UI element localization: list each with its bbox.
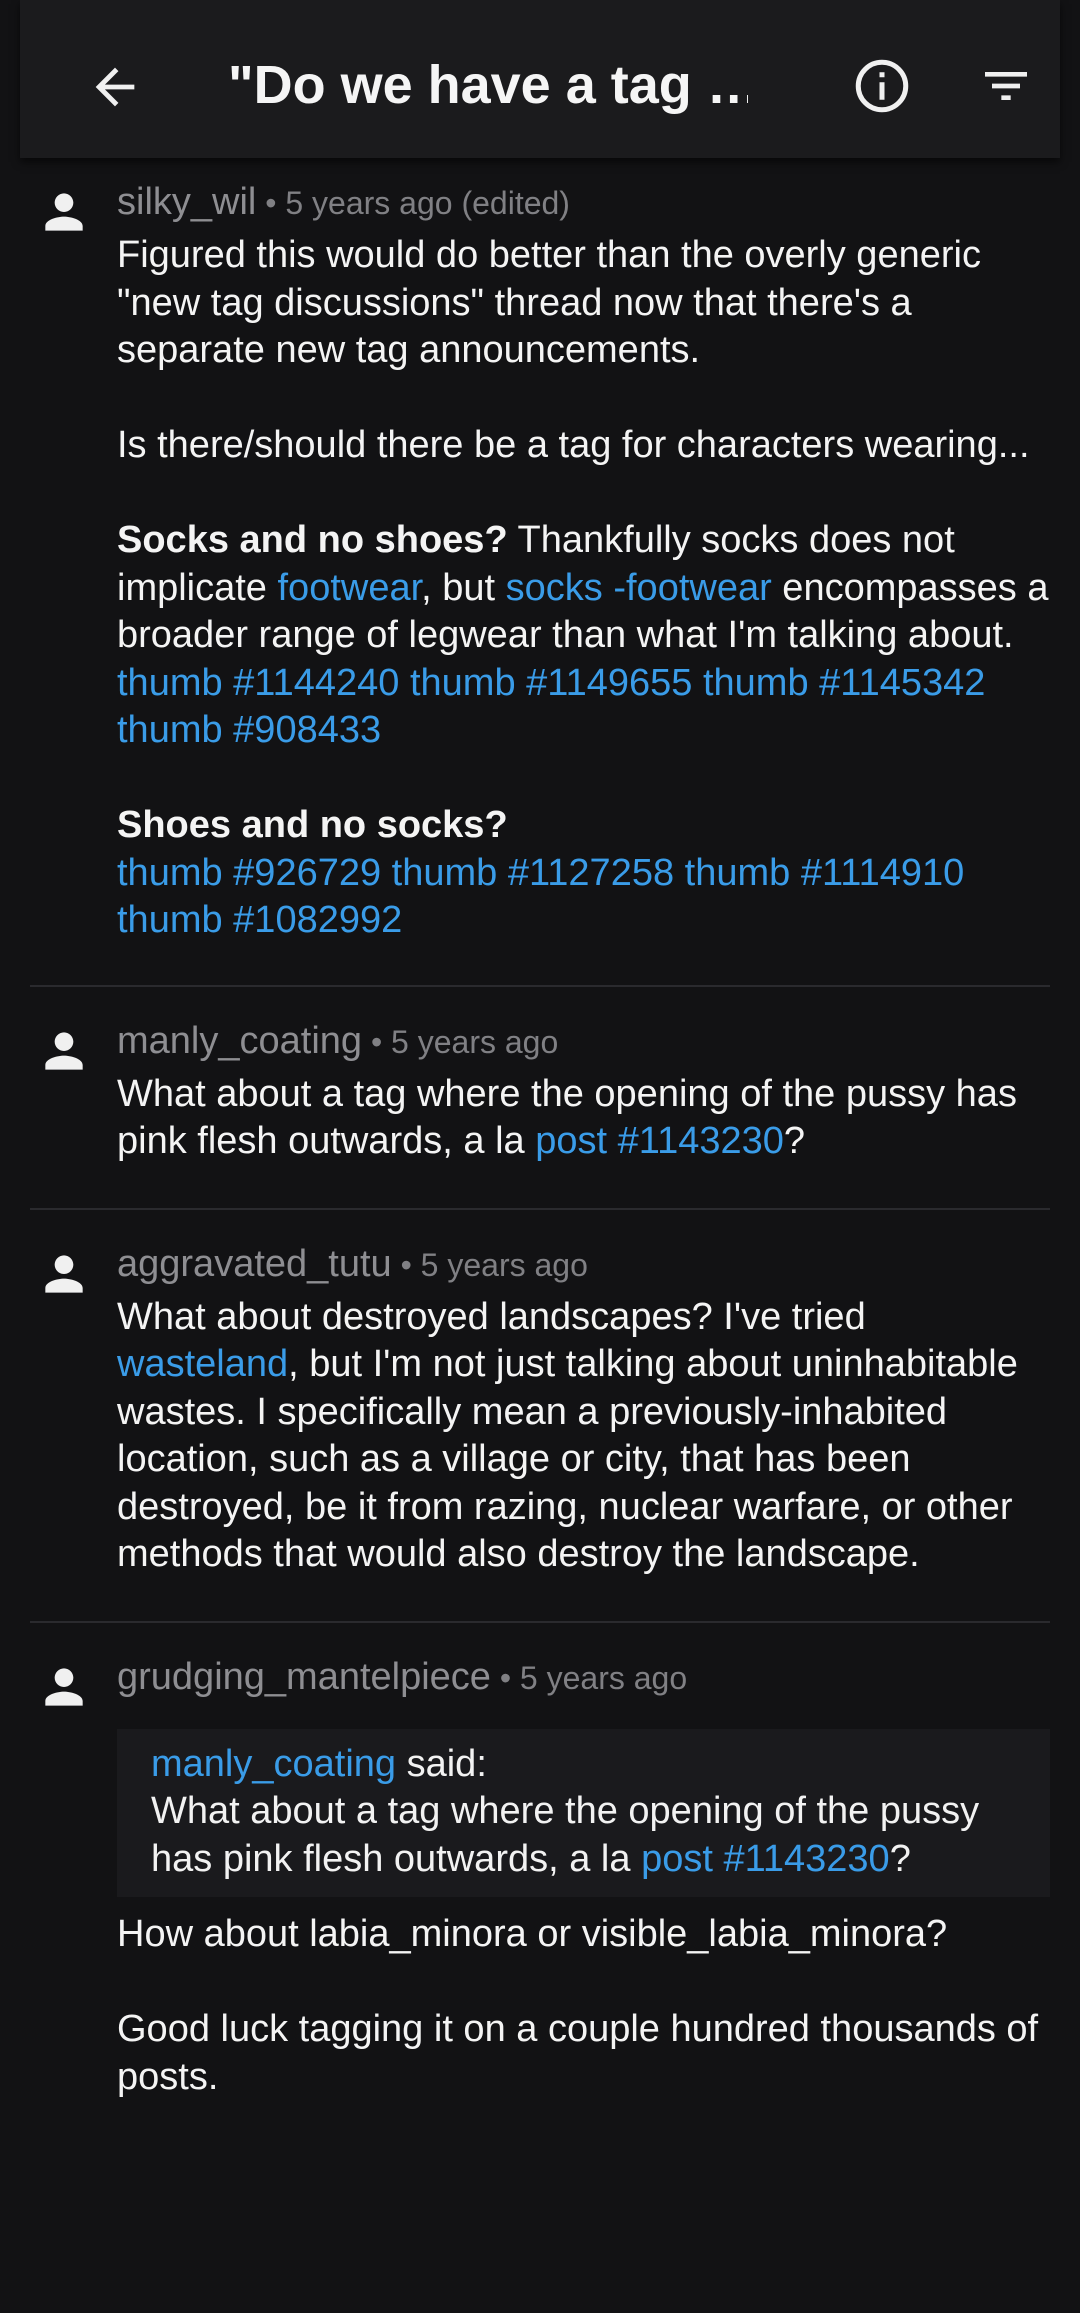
comment-body: How about labia_minora or visible_labia_… (117, 1911, 1050, 2101)
thumb-link[interactable]: thumb #926729 (117, 852, 381, 894)
thumb-link[interactable]: thumb #1127258 (392, 852, 674, 894)
quote-header: manly_coating said: (151, 1742, 487, 1785)
info-icon[interactable] (852, 56, 912, 116)
thumb-link[interactable]: thumb #1114910 (685, 852, 965, 894)
comment-list: silky_wil • 5 years ago (edited) Figured… (0, 158, 1080, 2121)
comment: aggravated_tutu • 5 years ago What about… (0, 1210, 1080, 1621)
comment: silky_wil • 5 years ago (edited) Figured… (0, 158, 1080, 985)
comment-time: 5 years ago (420, 1246, 588, 1283)
quote-text: What about a tag where the opening of th… (151, 1790, 980, 1880)
tag-link[interactable]: socks -footwear (506, 567, 772, 609)
quote-block: manly_coating said: What about a tag whe… (117, 1728, 1050, 1897)
tag-link[interactable]: footwear (278, 567, 422, 609)
comment-meta: grudging_mantelpiece • 5 years ago (117, 1655, 688, 1698)
comment-username[interactable]: aggravated_tutu (117, 1243, 392, 1285)
user-avatar-icon[interactable] (36, 1023, 92, 1079)
comment: grudging_mantelpiece • 5 years ago manly… (0, 1623, 1080, 2122)
thumb-link[interactable]: thumb #908433 (117, 709, 381, 751)
post-link[interactable]: post #1143230 (641, 1838, 890, 1880)
quote-username[interactable]: manly_coating (151, 1743, 396, 1785)
arrow-left-icon[interactable] (86, 58, 144, 116)
thumb-link[interactable]: thumb #1082992 (117, 899, 402, 941)
user-avatar-icon[interactable] (36, 184, 92, 240)
tag-link[interactable]: wasteland (117, 1343, 288, 1385)
comment-time: 5 years ago (519, 1659, 688, 1696)
filter-icon[interactable] (978, 58, 1034, 114)
thumb-link[interactable]: thumb #1144240 (117, 662, 399, 704)
bold-heading: Socks and no shoes? (117, 519, 508, 561)
comment-time: 5 years ago (edited) (285, 185, 570, 221)
page-title: "Do we have a tag … (228, 55, 748, 115)
comment-paragraph: How about labia_minora or visible_labia_… (117, 1913, 948, 1955)
comment-paragraph: Shoes and no socks? (117, 802, 1050, 850)
comment-username[interactable]: silky_wil (117, 181, 256, 223)
comment-meta: aggravated_tutu • 5 years ago (117, 1242, 588, 1285)
thumb-links: thumb #926729 thumb #1127258 thumb #1114… (117, 850, 1050, 945)
comment: manly_coating • 5 years ago What about a… (0, 987, 1080, 1208)
comment-time: 5 years ago (391, 1023, 559, 1060)
bold-heading: Shoes and no socks? (117, 804, 508, 846)
comment-body: Figured this would do better than the ov… (117, 232, 1050, 945)
thumb-links: thumb #1144240 thumb #1149655 thumb #114… (117, 660, 1050, 755)
comment-paragraph: Good luck tagging it on a couple hundred… (117, 2008, 1039, 2098)
thumb-link[interactable]: thumb #1145342 (703, 662, 985, 704)
user-avatar-icon[interactable] (36, 1246, 92, 1302)
comment-body: What about a tag where the opening of th… (117, 1071, 1050, 1166)
user-avatar-icon[interactable] (36, 1659, 92, 1715)
comment-body: What about destroyed landscapes? I've tr… (117, 1294, 1050, 1579)
comment-meta: silky_wil • 5 years ago (edited) (117, 181, 570, 223)
comment-paragraph: Socks and no shoes? Thankfully socks doe… (117, 519, 1049, 656)
comment-paragraph: What about destroyed landscapes? I've tr… (117, 1295, 1018, 1576)
thumb-link[interactable]: thumb #1149655 (410, 662, 692, 704)
comment-paragraph: Figured this would do better than the ov… (117, 234, 981, 371)
comment-paragraph: What about a tag where the opening of th… (117, 1072, 1017, 1163)
comment-username[interactable]: manly_coating (117, 1020, 362, 1062)
comment-meta: manly_coating • 5 years ago (117, 1019, 559, 1062)
post-link[interactable]: post #1143230 (535, 1120, 784, 1162)
app-bar: "Do we have a tag … (20, 0, 1060, 158)
comment-username[interactable]: grudging_mantelpiece (117, 1656, 491, 1698)
comment-paragraph: Is there/should there be a tag for chara… (117, 424, 1030, 466)
